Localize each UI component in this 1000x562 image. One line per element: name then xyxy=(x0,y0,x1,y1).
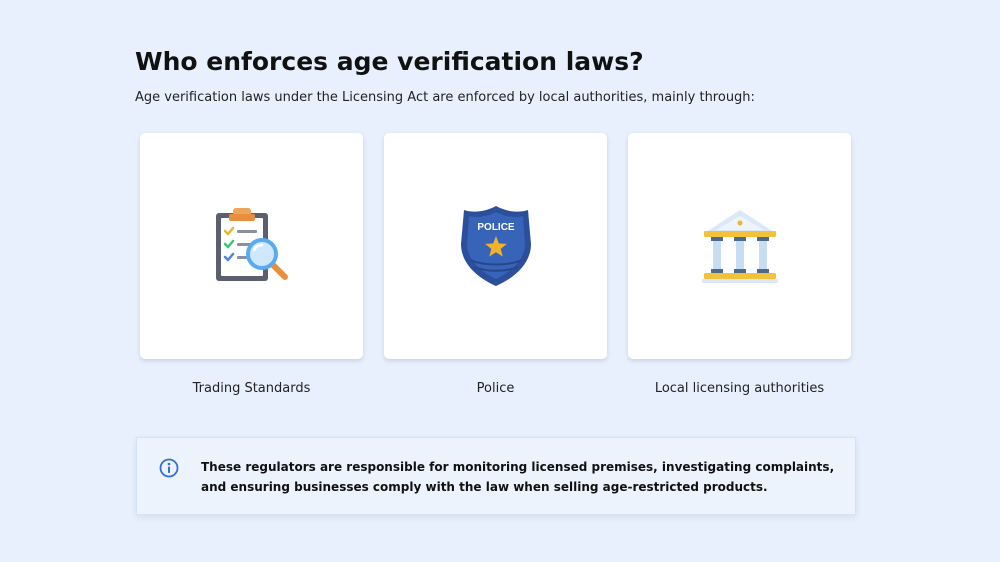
clipboard-magnifier-icon xyxy=(215,208,288,281)
police-card: POLICE xyxy=(384,133,607,359)
licensing-authorities-card xyxy=(628,133,851,359)
licensing-authorities-label: Local licensing authorities xyxy=(654,381,825,396)
page-subtitle: Age verification laws under the Licensin… xyxy=(135,90,755,105)
trading-standards-label: Trading Standards xyxy=(192,381,311,396)
info-text: These regulators are responsible for mon… xyxy=(201,460,835,494)
info-icon xyxy=(159,458,179,478)
police-badge-icon: POLICE xyxy=(460,206,531,286)
svg-text:POLICE: POLICE xyxy=(477,222,515,233)
government-building-icon xyxy=(701,210,778,283)
info-callout: These regulators are responsible for mon… xyxy=(136,437,856,515)
trading-standards-card xyxy=(140,133,363,359)
police-label: Police xyxy=(476,381,515,396)
page-title: Who enforces age verification laws? xyxy=(135,47,644,76)
